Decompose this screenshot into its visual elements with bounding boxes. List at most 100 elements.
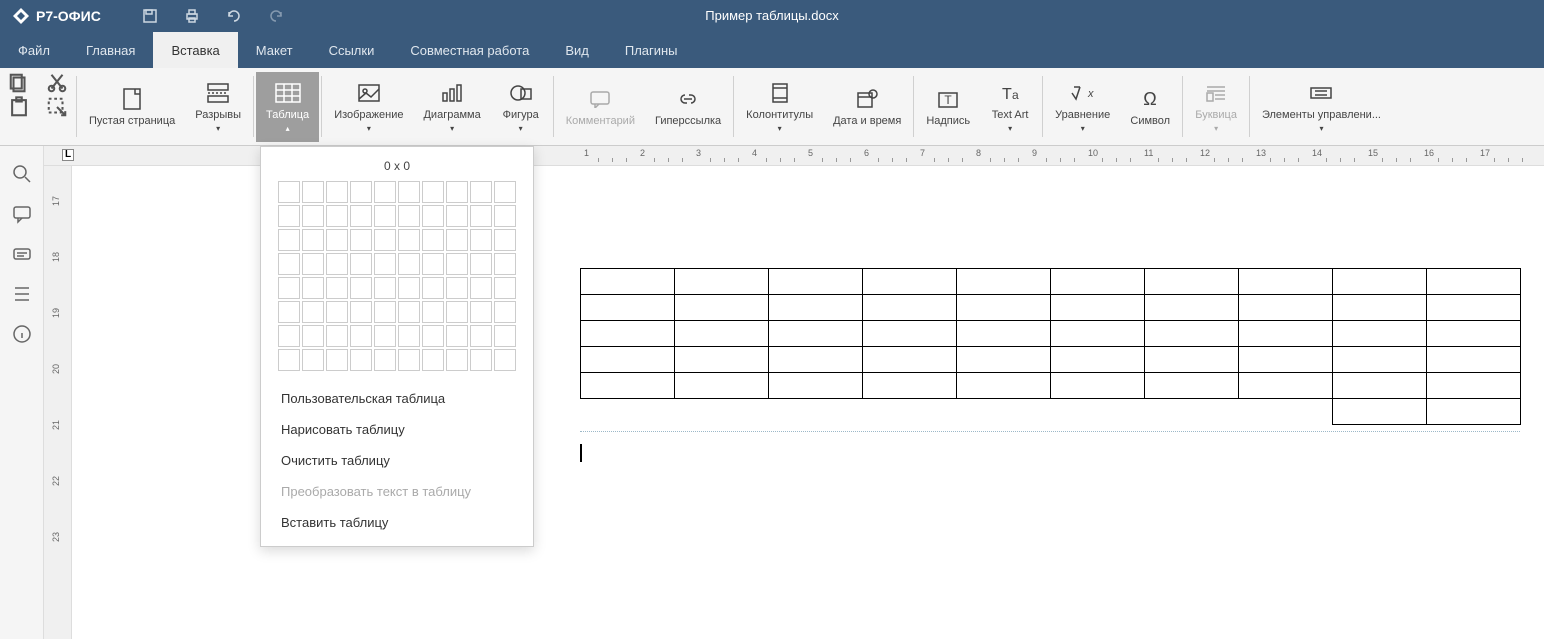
grid-cell[interactable] (278, 181, 300, 203)
grid-cell[interactable] (494, 349, 516, 371)
grid-cell[interactable] (350, 205, 372, 227)
grid-cell[interactable] (398, 181, 420, 203)
grid-cell[interactable] (398, 349, 420, 371)
grid-cell[interactable] (470, 205, 492, 227)
grid-cell[interactable] (398, 205, 420, 227)
grid-cell[interactable] (326, 325, 348, 347)
grid-cell[interactable] (350, 253, 372, 275)
tab-selector[interactable]: L (62, 149, 74, 161)
grid-cell[interactable] (302, 325, 324, 347)
grid-cell[interactable] (470, 229, 492, 251)
grid-cell[interactable] (374, 253, 396, 275)
grid-cell[interactable] (374, 229, 396, 251)
menu-layout[interactable]: Макет (238, 32, 311, 68)
table-button[interactable]: Таблица▴ (256, 72, 319, 142)
headings-icon[interactable] (12, 284, 32, 304)
grid-cell[interactable] (374, 277, 396, 299)
search-icon[interactable] (12, 164, 32, 184)
grid-cell[interactable] (494, 253, 516, 275)
grid-cell[interactable] (326, 205, 348, 227)
grid-cell[interactable] (326, 301, 348, 323)
grid-cell[interactable] (398, 301, 420, 323)
grid-cell[interactable] (446, 325, 468, 347)
grid-cell[interactable] (278, 325, 300, 347)
insert-table-item[interactable]: Вставить таблицу (261, 507, 533, 538)
menu-insert[interactable]: Вставка (153, 32, 237, 68)
grid-cell[interactable] (278, 277, 300, 299)
grid-cell[interactable] (350, 349, 372, 371)
grid-cell[interactable] (350, 229, 372, 251)
dropcap-button[interactable]: Буквица▾ (1185, 72, 1247, 142)
grid-cell[interactable] (278, 205, 300, 227)
cut-icon[interactable] (46, 72, 68, 94)
grid-cell[interactable] (350, 181, 372, 203)
symbol-button[interactable]: Ω Символ (1120, 72, 1180, 142)
text-art-button[interactable]: Ta Text Art▾ (980, 72, 1040, 142)
grid-cell[interactable] (446, 181, 468, 203)
draw-table-item[interactable]: Нарисовать таблицу (261, 414, 533, 445)
grid-cell[interactable] (302, 301, 324, 323)
grid-cell[interactable] (422, 325, 444, 347)
grid-cell[interactable] (422, 229, 444, 251)
copy-icon[interactable] (8, 72, 30, 94)
menu-view[interactable]: Вид (547, 32, 607, 68)
grid-cell[interactable] (494, 181, 516, 203)
grid-cell[interactable] (422, 181, 444, 203)
erase-table-item[interactable]: Очистить таблицу (261, 445, 533, 476)
grid-cell[interactable] (398, 253, 420, 275)
grid-cell[interactable] (350, 325, 372, 347)
grid-cell[interactable] (470, 301, 492, 323)
blank-page-button[interactable]: Пустая страница (79, 72, 185, 142)
grid-cell[interactable] (398, 229, 420, 251)
grid-cell[interactable] (302, 253, 324, 275)
grid-cell[interactable] (302, 277, 324, 299)
grid-cell[interactable] (422, 253, 444, 275)
grid-cell[interactable] (278, 229, 300, 251)
grid-cell[interactable] (446, 229, 468, 251)
custom-table-item[interactable]: Пользовательская таблица (261, 383, 533, 414)
grid-cell[interactable] (446, 301, 468, 323)
shape-button[interactable]: Фигура▾ (491, 72, 551, 142)
grid-cell[interactable] (374, 349, 396, 371)
menu-home[interactable]: Главная (68, 32, 153, 68)
grid-cell[interactable] (278, 349, 300, 371)
equation-button[interactable]: x Уравнение▾ (1045, 72, 1120, 142)
comments-icon[interactable] (12, 204, 32, 224)
grid-cell[interactable] (470, 325, 492, 347)
grid-cell[interactable] (494, 301, 516, 323)
comment-button[interactable]: Комментарий (556, 72, 645, 142)
grid-cell[interactable] (374, 301, 396, 323)
image-button[interactable]: Изображение▾ (324, 72, 413, 142)
grid-cell[interactable] (446, 349, 468, 371)
grid-cell[interactable] (326, 277, 348, 299)
inserted-table[interactable] (580, 268, 1521, 425)
grid-cell[interactable] (326, 181, 348, 203)
grid-cell[interactable] (398, 325, 420, 347)
grid-cell[interactable] (398, 277, 420, 299)
breaks-button[interactable]: Разрывы▾ (185, 72, 251, 142)
grid-cell[interactable] (422, 277, 444, 299)
print-icon[interactable] (183, 7, 201, 25)
grid-cell[interactable] (422, 205, 444, 227)
grid-cell[interactable] (470, 277, 492, 299)
grid-cell[interactable] (326, 229, 348, 251)
grid-cell[interactable] (374, 325, 396, 347)
header-footer-button[interactable]: Колонтитулы▾ (736, 72, 823, 142)
save-icon[interactable] (141, 7, 159, 25)
grid-cell[interactable] (422, 301, 444, 323)
chart-button[interactable]: Диаграмма▾ (413, 72, 490, 142)
grid-cell[interactable] (302, 349, 324, 371)
grid-cell[interactable] (470, 253, 492, 275)
grid-cell[interactable] (446, 277, 468, 299)
grid-cell[interactable] (302, 205, 324, 227)
grid-cell[interactable] (494, 277, 516, 299)
grid-cell[interactable] (494, 205, 516, 227)
grid-cell[interactable] (446, 253, 468, 275)
vertical-ruler[interactable]: 17181920212223 (44, 166, 72, 639)
grid-cell[interactable] (470, 181, 492, 203)
date-time-button[interactable]: Дата и время (823, 72, 911, 142)
info-icon[interactable] (12, 324, 32, 344)
grid-cell[interactable] (278, 253, 300, 275)
grid-cell[interactable] (494, 229, 516, 251)
paste-icon[interactable] (8, 96, 30, 118)
